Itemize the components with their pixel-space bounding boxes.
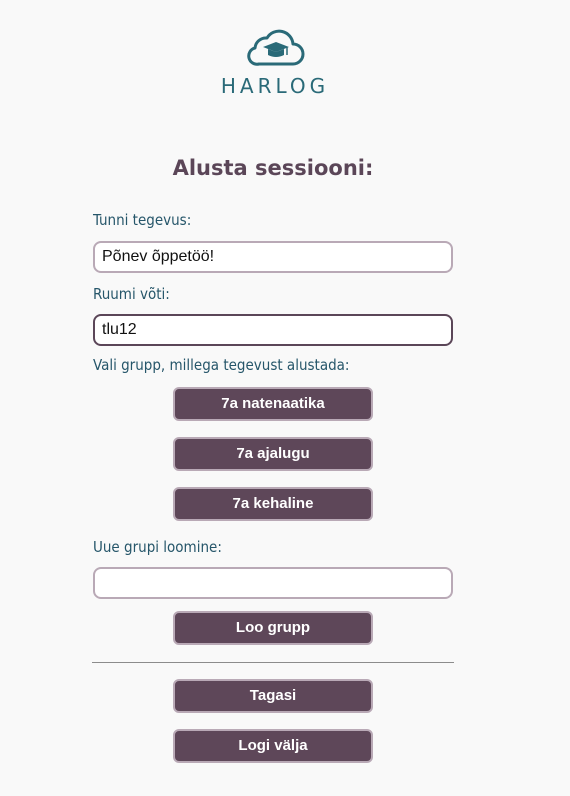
choose-group-label: Vali grupp, millega tegevust alustada:	[93, 356, 350, 374]
brand-name: HARLOG	[220, 74, 330, 98]
back-button[interactable]: Tagasi	[173, 679, 373, 713]
group-button-7a-matemaatika[interactable]: 7a natenaatika	[173, 387, 373, 421]
create-group-button[interactable]: Loo grupp	[173, 611, 373, 645]
page-title: Alusta sessiooni:	[172, 156, 374, 180]
group-button-7a-ajalugu[interactable]: 7a ajalugu	[173, 437, 373, 471]
activity-label: Tunni tegevus:	[93, 211, 192, 229]
room-key-label: Ruumi võti:	[93, 285, 170, 303]
new-group-label: Uue grupi loomine:	[93, 538, 222, 556]
new-group-input[interactable]	[93, 567, 453, 599]
group-button-7a-kehaline[interactable]: 7a kehaline	[173, 487, 373, 521]
cloud-graduation-cap-icon	[247, 29, 305, 66]
logout-button[interactable]: Logi välja	[173, 729, 373, 763]
activity-input[interactable]	[93, 241, 453, 273]
harlog-logo: HARLOG	[195, 26, 355, 98]
divider	[92, 662, 454, 663]
room-key-input[interactable]	[93, 314, 453, 346]
